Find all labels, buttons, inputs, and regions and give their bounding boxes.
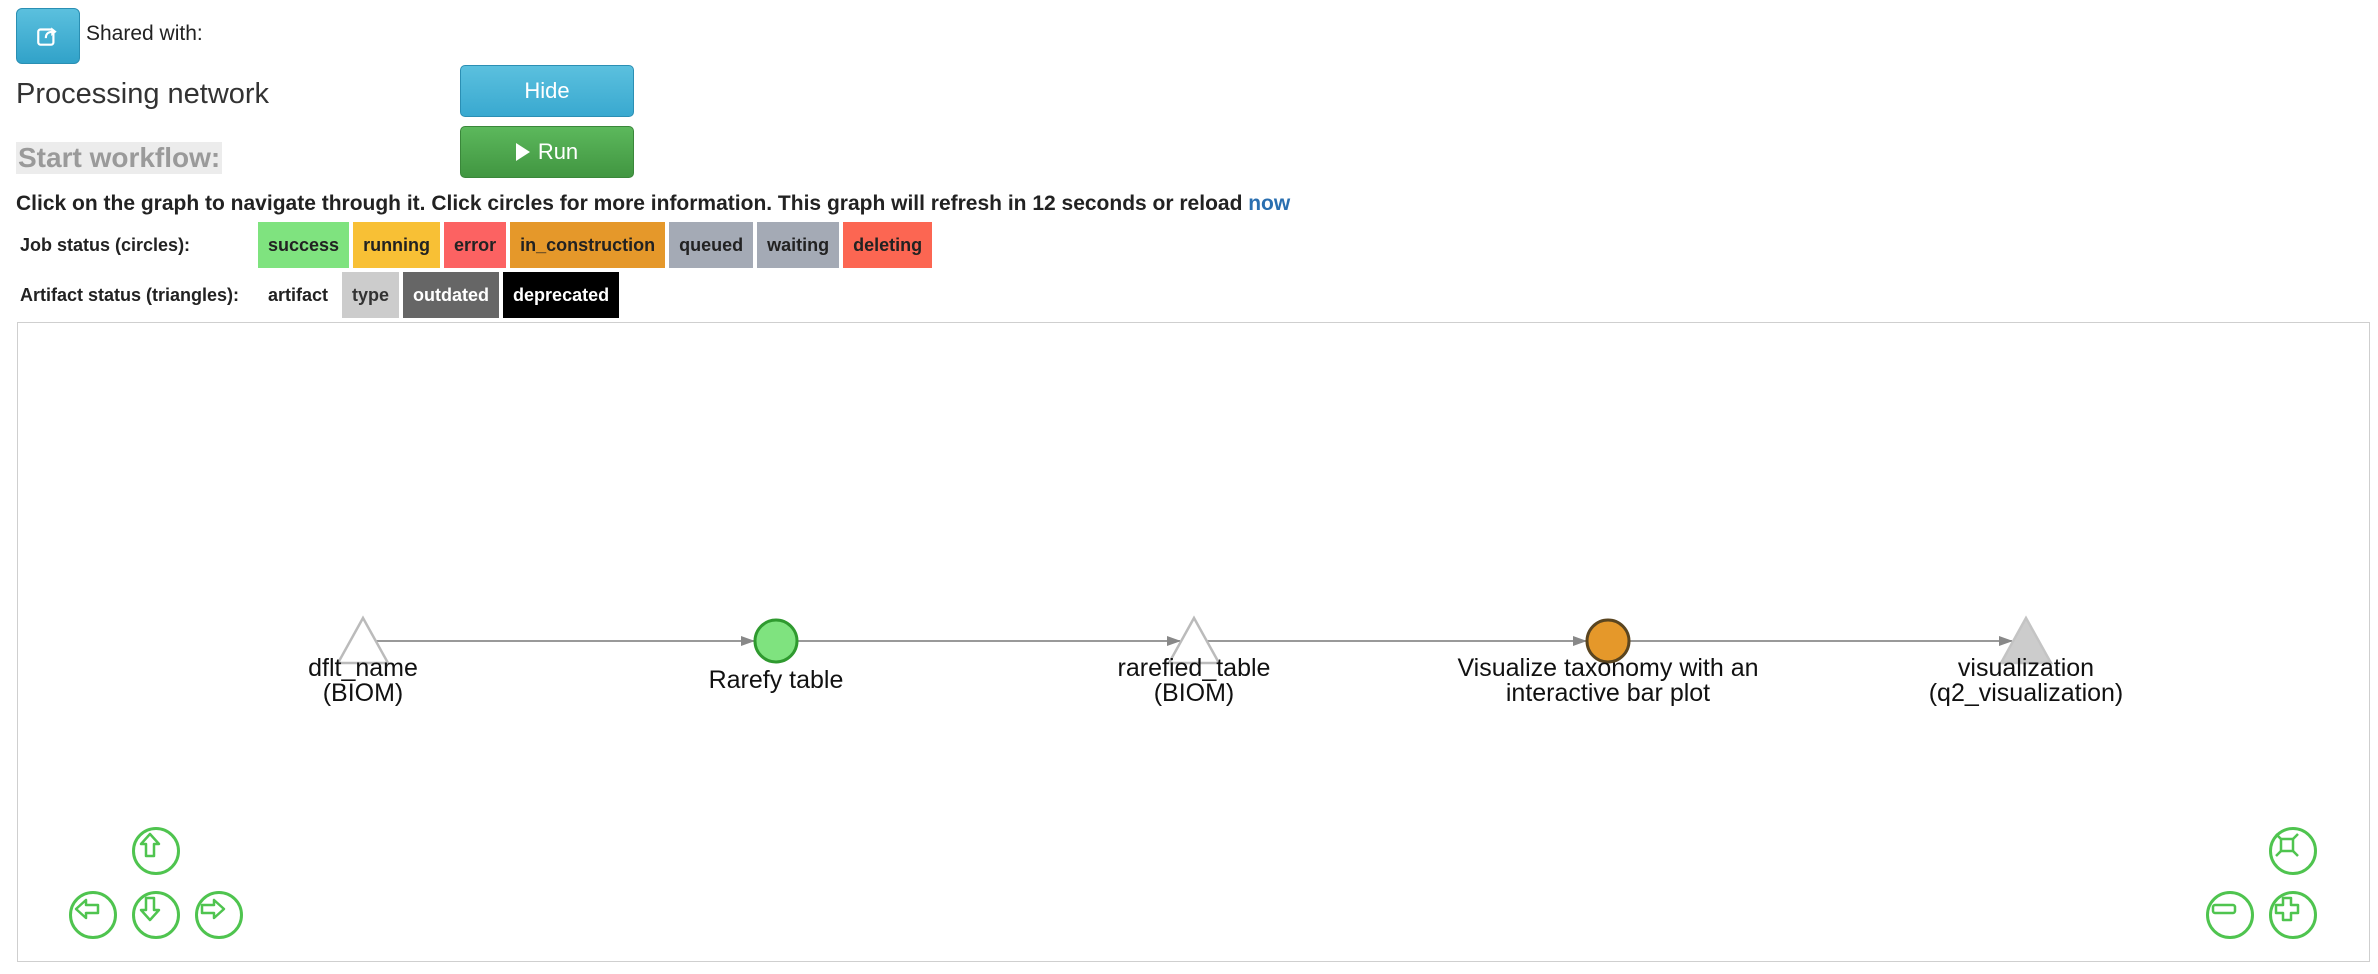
run-button[interactable]: Run (460, 126, 634, 178)
node-label: rarefied_table (1118, 654, 1271, 682)
legend-running: running (353, 222, 441, 268)
job-node-rarefy-table[interactable]: Rarefy table (709, 618, 844, 694)
arrow-down-icon (139, 896, 161, 922)
graph-instructions: Click on the graph to navigate through i… (16, 192, 1290, 216)
artifact-node-rarefied-table[interactable]: rarefied_table(BIOM) (1118, 615, 1271, 707)
legend-waiting: waiting (757, 222, 840, 268)
fit-view-button[interactable] (2269, 827, 2317, 875)
arrow-right-icon (200, 898, 226, 920)
legend-queued: queued (669, 222, 754, 268)
share-icon (37, 27, 57, 46)
instructions-text: Click on the graph to navigate through i… (16, 192, 1249, 215)
legend-outdated: outdated (403, 272, 500, 318)
legend-success: success (258, 222, 350, 268)
artifact-status-legend: Artifact status (triangles): artifact ty… (16, 272, 623, 318)
legend-error: error (444, 222, 507, 268)
share-button[interactable] (16, 8, 80, 64)
legend-in-construction: in_construction (510, 222, 666, 268)
plus-icon (2274, 896, 2300, 922)
legend-deprecated: deprecated (503, 272, 620, 318)
legend-deleting: deleting (843, 222, 933, 268)
node-label: Visualize taxonomy with an (1457, 654, 1758, 682)
node-label: (BIOM) (323, 679, 404, 707)
pan-right-button[interactable] (195, 891, 243, 939)
arrow-left-icon (74, 898, 100, 920)
job-circle[interactable] (753, 618, 799, 664)
reload-now-link[interactable]: now (1248, 192, 1290, 215)
pan-down-button[interactable] (132, 891, 180, 939)
play-icon (515, 143, 530, 161)
processing-network-graph[interactable]: dflt_name (BIOM) Rarefy table rarefied_tabl… (17, 322, 2370, 962)
node-label: visualization (1958, 654, 2094, 682)
legend-type: type (342, 272, 400, 318)
job-legend-title: Job status (circles): (20, 234, 191, 255)
node-label: interactive bar plot (1506, 679, 1710, 707)
job-status-legend: Job status (circles): success running er… (16, 222, 936, 268)
start-workflow-label: Start workflow: (16, 142, 223, 174)
node-label: dflt_name (308, 654, 418, 682)
shared-with-label: Shared with: (86, 22, 203, 45)
page-title: Processing network (16, 78, 270, 110)
pan-up-button[interactable] (132, 827, 180, 875)
run-button-label: Run (537, 139, 579, 164)
artifact-node-visualization[interactable]: visualization(q2_visualization) (1929, 615, 2124, 707)
zoom-out-button[interactable] (2206, 891, 2254, 939)
artifact-node-dflt-name[interactable]: dflt_name(BIOM) (308, 615, 418, 707)
legend-artifact: artifact (258, 272, 339, 318)
zoom-in-button[interactable] (2269, 891, 2317, 939)
arrow-up-icon (139, 832, 161, 858)
node-label: (BIOM) (1154, 679, 1235, 707)
job-node-visualize-taxonomy-with-an[interactable]: Visualize taxonomy with aninteractive ba… (1457, 618, 1759, 707)
fit-screen-icon (2275, 833, 2299, 857)
minus-icon (2211, 903, 2237, 915)
node-label: Rarefy table (709, 666, 844, 694)
node-label: (q2_visualization) (1929, 679, 2124, 707)
pan-left-button[interactable] (69, 891, 117, 939)
network-canvas[interactable]: dflt_name(BIOM) Rarefy table rarefied_tabl… (18, 323, 2369, 961)
hide-button[interactable]: Hide (460, 65, 634, 117)
artifact-legend-title: Artifact status (triangles): (20, 284, 240, 305)
